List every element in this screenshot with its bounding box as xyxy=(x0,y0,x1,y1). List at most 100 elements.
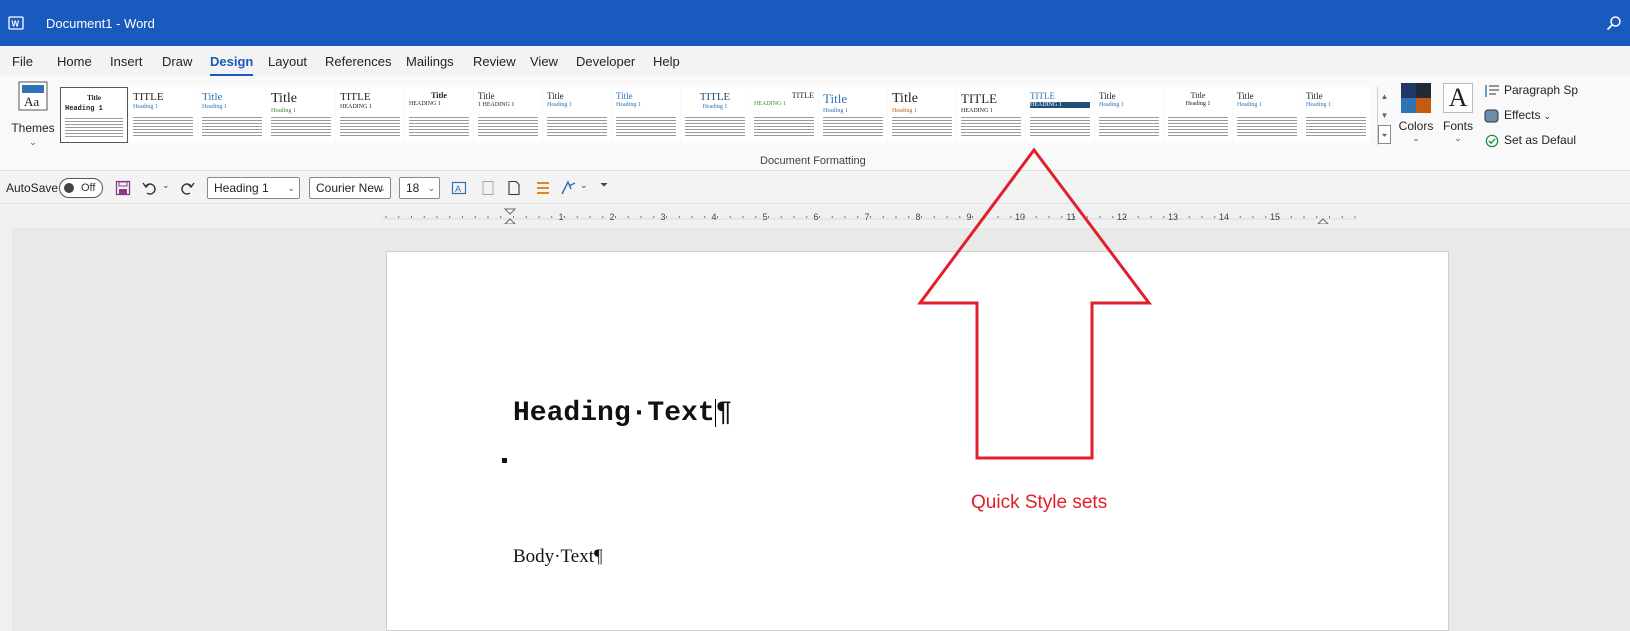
paragraph-spacing-icon xyxy=(1485,84,1499,97)
style-set-thumbnail[interactable]: Title Heading 1 xyxy=(543,87,611,143)
text-direction-icon[interactable] xyxy=(560,180,576,196)
tab-layout[interactable]: Layout xyxy=(268,54,307,69)
document-title: Document1 - Word xyxy=(46,16,155,31)
tab-references[interactable]: References xyxy=(325,54,391,69)
ruler-number: 13 xyxy=(1168,212,1178,222)
search-icon[interactable] xyxy=(1606,15,1622,31)
chevron-down-icon: ⌄ xyxy=(287,183,295,193)
tab-file[interactable]: File xyxy=(12,54,33,69)
font-icon: A xyxy=(1443,83,1473,113)
design-ribbon: Aa Themes ⌄ Title Heading 1 TITLE Heading … xyxy=(0,76,1630,171)
autosave-label: AutoSave xyxy=(6,181,59,195)
svg-text:Aa: Aa xyxy=(24,94,39,109)
fonts-button[interactable]: A Fonts ⌄ xyxy=(1440,81,1476,149)
tab-insert[interactable]: Insert xyxy=(110,54,143,69)
chevron-down-icon: ⌄ xyxy=(378,183,386,193)
gallery-scroll-down-icon[interactable]: ▼ xyxy=(1378,106,1391,125)
ruler-number: 11 xyxy=(1066,212,1075,222)
ruler-number: 8 xyxy=(915,212,920,222)
style-set-thumbnail[interactable]: Title Heading 1 xyxy=(888,87,956,143)
tab-draw[interactable]: Draw xyxy=(162,54,192,69)
style-set-thumbnail[interactable]: Title Heading 1 xyxy=(267,87,335,143)
chevron-down-icon: ⌄ xyxy=(427,183,435,193)
keep-with-next-mark xyxy=(502,458,507,463)
fonts-label: Fonts xyxy=(1442,119,1473,133)
gallery-scroller: ▲ ▼ ⏷ xyxy=(1377,87,1391,145)
tab-design[interactable]: Design xyxy=(210,54,254,76)
svg-text:W: W xyxy=(12,20,20,29)
customize-toolbar-icon[interactable]: ⏷ xyxy=(600,180,608,191)
toggle-knob xyxy=(64,183,74,193)
tab-developer[interactable]: Developer xyxy=(576,54,635,69)
tab-mailings[interactable]: Mailings xyxy=(406,54,454,69)
effects-icon xyxy=(1484,109,1499,123)
document-page[interactable]: Heading·Text¶ Body·Text¶ xyxy=(386,251,1449,631)
tab-help[interactable]: Help xyxy=(653,54,680,69)
new-page-icon[interactable] xyxy=(506,180,522,196)
undo-dropdown-icon[interactable]: ⌄ xyxy=(162,180,170,191)
paragraph-icon[interactable] xyxy=(535,180,551,196)
ruler-scale[interactable]: 1 2 3 4 5 6 7 8 9 10 11 12 13 14 15 xyxy=(382,208,1357,224)
ruler-number: 6 xyxy=(813,212,818,222)
quick-access-toolbar: AutoSave Off ⌄ Heading 1 ⌄ Courier New ⌄ 1… xyxy=(0,171,1630,204)
tab-view[interactable]: View xyxy=(530,54,558,69)
style-set-thumbnail[interactable]: TITLE HEADING 1 xyxy=(750,87,818,143)
style-select[interactable]: Heading 1 ⌄ xyxy=(207,177,300,199)
ruler-number: 4 xyxy=(711,212,716,222)
font-size-select[interactable]: 18 ⌄ xyxy=(399,177,440,199)
body-paragraph[interactable]: Body·Text¶ xyxy=(513,546,603,568)
title-bar: W Document1 - Word xyxy=(0,0,1630,46)
tab-review[interactable]: Review xyxy=(473,54,516,69)
style-set-thumbnail[interactable]: TITLE HEADING 1 xyxy=(336,87,404,143)
style-set-gallery: Title Heading 1 TITLE Heading 1 Title Headi… xyxy=(60,87,1378,143)
style-set-thumbnail[interactable]: Title Heading 1 xyxy=(612,87,680,143)
word-app-icon[interactable]: W xyxy=(8,15,24,31)
style-set-thumbnail[interactable]: TITLE HEADING 1 xyxy=(957,87,1025,143)
autosave-toggle[interactable]: Off xyxy=(59,178,103,198)
ruler-number: 7 xyxy=(864,212,869,222)
ruler-ticks: 1 2 3 4 5 6 7 8 9 10 11 12 13 14 15 xyxy=(385,212,1356,222)
ruler-number: 12 xyxy=(1117,212,1127,222)
style-set-thumbnail[interactable]: TITLE Heading 1 xyxy=(129,87,197,143)
style-set-thumbnail[interactable]: Title Heading 1 xyxy=(819,87,887,143)
paragraph-spacing-button[interactable]: Paragraph Sp xyxy=(1484,83,1578,98)
ruler-number: 3 xyxy=(660,212,665,222)
style-set-thumbnail[interactable]: TITLE HEADING 1 xyxy=(1026,87,1094,143)
set-as-default-button[interactable]: Set as Defaul xyxy=(1484,133,1576,148)
style-set-thumbnail[interactable]: Title Heading 1 xyxy=(1233,87,1301,143)
font-select[interactable]: Courier New ⌄ xyxy=(309,177,391,199)
text-box-icon[interactable]: A xyxy=(451,180,467,196)
style-set-thumbnail[interactable]: Title HEADING 1 xyxy=(405,87,473,143)
tab-home[interactable]: Home xyxy=(57,54,92,69)
group-label-document-formatting: Document Formatting xyxy=(760,155,866,167)
redo-icon[interactable] xyxy=(179,180,195,196)
ribbon-tab-bar: File Home Insert Draw Design Layout Refe… xyxy=(0,46,1630,76)
save-icon[interactable] xyxy=(115,180,131,196)
themes-label: Themes xyxy=(11,121,55,135)
gallery-scroll-up-icon[interactable]: ▲ xyxy=(1378,87,1391,106)
undo-icon[interactable] xyxy=(142,180,158,196)
style-set-thumbnail[interactable]: TITLE Heading 1 xyxy=(681,87,749,143)
autosave-state: Off xyxy=(81,182,96,194)
checkmark-icon xyxy=(1485,134,1499,148)
ruler-number: 10 xyxy=(1015,212,1025,222)
chevron-down-icon[interactable]: ⌄ xyxy=(580,180,588,191)
vertical-ruler xyxy=(0,228,12,631)
themes-button[interactable]: Aa Themes ⌄ xyxy=(6,81,60,147)
effects-button[interactable]: Effects ⌄ xyxy=(1484,108,1551,123)
style-set-thumbnail[interactable]: Title Heading 1 xyxy=(1302,87,1370,143)
document-part-icon[interactable] xyxy=(480,180,496,196)
style-set-thumbnail[interactable]: Title Heading 1 xyxy=(1164,87,1232,143)
horizontal-ruler: 1 2 3 4 5 6 7 8 9 10 11 12 13 14 15 xyxy=(0,205,1630,227)
gallery-more-icon[interactable]: ⏷ xyxy=(1378,125,1391,144)
style-set-thumbnail[interactable]: Title Heading 1 xyxy=(1095,87,1163,143)
style-set-thumbnail[interactable]: Title Heading 1 xyxy=(60,87,128,143)
colors-button[interactable]: Colors ⌄ xyxy=(1398,81,1434,149)
style-set-thumbnail[interactable]: Title Heading 1 xyxy=(198,87,266,143)
chevron-down-icon: ⌄ xyxy=(1543,111,1552,121)
heading-paragraph[interactable]: Heading·Text¶ xyxy=(513,398,732,429)
ruler-number: 5 xyxy=(762,212,767,222)
themes-icon: Aa xyxy=(18,81,48,111)
style-set-thumbnail[interactable]: Title 1 HEADING 1 xyxy=(474,87,542,143)
ruler-number: 15 xyxy=(1270,212,1280,222)
